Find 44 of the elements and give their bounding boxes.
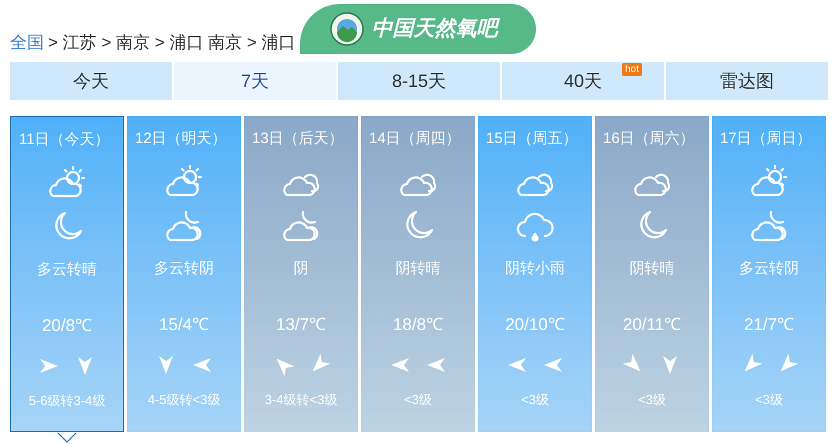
day-date: 13日（后天） xyxy=(251,129,344,149)
wind-level: <3级 xyxy=(521,390,549,408)
weather-text: 阴转晴 xyxy=(396,258,440,278)
day-card[interactable]: 14日（周四） 阴转晴 18/8℃ <3级 xyxy=(361,116,475,432)
logo-text: 中国天然氧吧 xyxy=(372,13,498,45)
day-card[interactable]: 13日（后天） 阴 13/7℃ 3-4级转<3级 xyxy=(244,116,358,432)
day-date: 16日（周六） xyxy=(602,129,695,149)
range-tab[interactable]: 今天 xyxy=(10,62,172,100)
day-card[interactable]: 17日（周日） 多云转阴 21/7℃ <3级 xyxy=(712,116,826,432)
weather-text: 阴转小雨 xyxy=(505,258,565,278)
day-date: 17日（周日） xyxy=(719,129,812,149)
range-tab[interactable]: 40天 hot xyxy=(502,62,664,100)
wind-level: 4-5级转<3级 xyxy=(148,390,220,408)
range-tab[interactable]: 雷达图 xyxy=(666,62,828,100)
day-card[interactable]: 16日（周六） 阴转晴 20/11℃ <3级 xyxy=(595,116,709,432)
day-date: 15日（周五） xyxy=(485,129,578,149)
temperature: 15/4℃ xyxy=(158,314,210,336)
temperature: 20/11℃ xyxy=(622,314,682,336)
wind-level: <3级 xyxy=(638,390,666,408)
temperature: 20/8℃ xyxy=(42,315,92,337)
day-card[interactable]: 15日（周五） 阴转小雨 20/10℃ <3级 xyxy=(478,116,592,432)
wind-level: <3级 xyxy=(755,390,783,408)
weather-text: 阴转晴 xyxy=(630,258,674,278)
temperature: 18/8℃ xyxy=(392,314,444,336)
day-date: 11日（今天） xyxy=(18,130,110,150)
weather-text: 多云转阴 xyxy=(739,258,799,278)
weather-text: 多云转阴 xyxy=(154,258,214,278)
breadcrumb-path: > 江苏 > 南京 > 浦口 南京 > 浦口 xyxy=(48,32,296,54)
temperature: 21/7℃ xyxy=(744,314,794,336)
day-card[interactable]: 12日（明天） 多云转阴 15/4℃ 4-5级转<3级 xyxy=(127,116,241,432)
wind-level: 5-6级转3-4级 xyxy=(28,392,106,410)
day-date: 14日（周四） xyxy=(368,129,461,149)
hot-badge: hot xyxy=(622,63,642,76)
emblem-icon xyxy=(330,12,364,46)
range-tab[interactable]: 7天 xyxy=(174,62,336,100)
temperature: 13/7℃ xyxy=(276,314,326,336)
day-date: 12日（明天） xyxy=(134,129,227,149)
weather-text: 多云转晴 xyxy=(37,260,97,280)
breadcrumb-link[interactable]: 全国 xyxy=(10,30,44,55)
range-tab[interactable]: 8-15天 xyxy=(338,62,500,100)
temperature: 20/10℃ xyxy=(505,314,565,336)
wind-level: <3级 xyxy=(404,390,432,408)
wind-level: 3-4级转<3级 xyxy=(264,390,338,408)
weather-text: 阴 xyxy=(294,258,308,278)
